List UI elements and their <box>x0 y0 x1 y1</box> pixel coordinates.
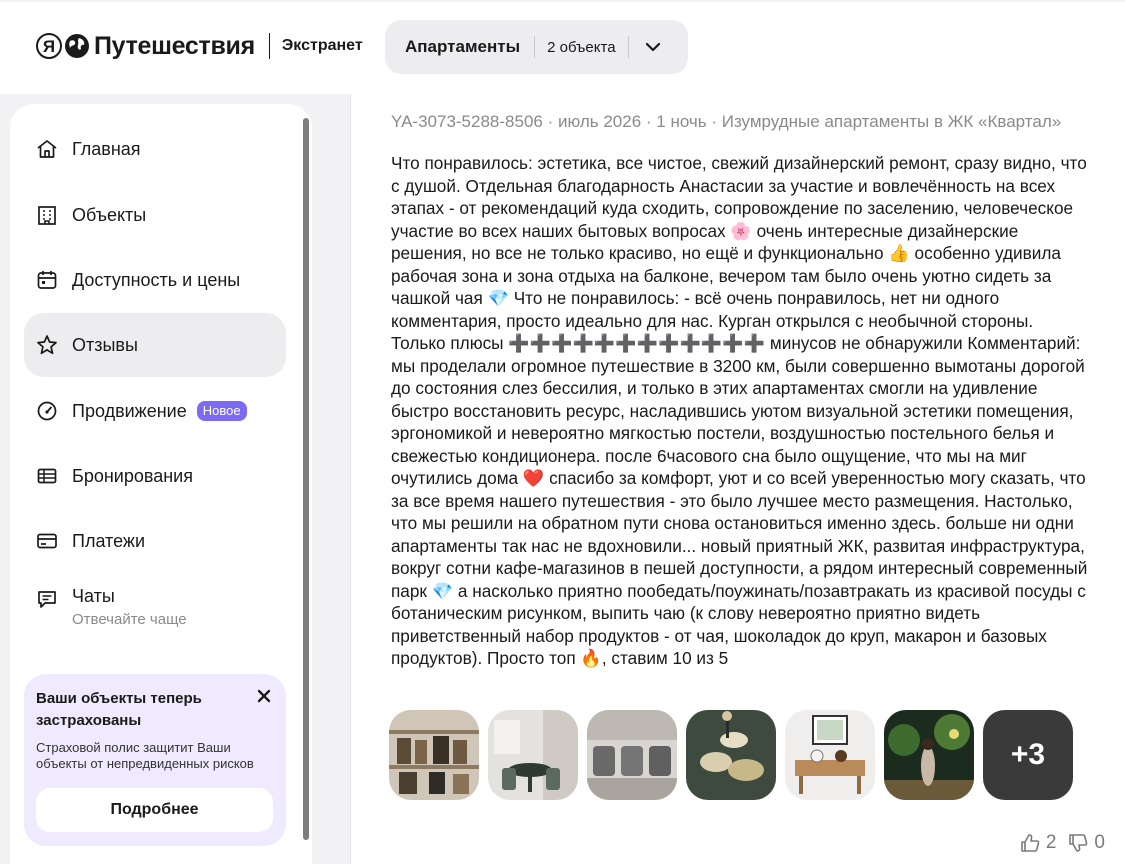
review-text: Что понравилось: эстетика, все чистое, с… <box>391 153 1088 668</box>
photo-breakfast-tray <box>785 710 875 800</box>
sidebar-scrollbar[interactable] <box>303 118 309 840</box>
review-photo[interactable] <box>389 710 479 800</box>
object-name: Апартаменты <box>405 37 521 56</box>
sidebar-item-objects[interactable]: Объекты <box>24 183 286 247</box>
ya-logo-mark: Я <box>36 33 62 59</box>
review-votes: 2 0 <box>1020 832 1105 854</box>
photo-dining <box>488 710 578 800</box>
sidebar-item-label: Продвижение <box>72 400 187 421</box>
extranet-label: Экстранет <box>281 37 363 54</box>
review-photo[interactable] <box>587 710 677 800</box>
review-photos: +3 <box>389 710 1073 800</box>
table-icon <box>37 468 57 484</box>
review-photo[interactable] <box>884 710 974 800</box>
chats-subtitle: Отвечайте чаще <box>72 611 187 628</box>
new-badge: Новое <box>196 401 247 421</box>
selector-divider <box>534 36 536 58</box>
promo-text: Страховой полис защитит Ваши объекты от … <box>36 740 254 771</box>
chevron-down-icon[interactable] <box>645 39 661 55</box>
review-photo[interactable] <box>686 710 776 800</box>
review-card: YA-3073-5288-8506 · июль 2026 · 1 ночь ·… <box>350 94 1125 864</box>
sidebar-item-promotion[interactable]: Продвижение Новое <box>24 379 286 443</box>
top-header: Я Путешествия Экстранет Апартаменты 2 об… <box>0 0 1125 94</box>
thumbs-down-icon[interactable] <box>1068 833 1088 853</box>
sidebar-item-payments[interactable]: Платежи <box>24 509 286 573</box>
object-count: 2 объекта <box>547 38 616 56</box>
photo-shelves <box>389 710 479 800</box>
chats-text: Чаты Отвечайте чаще <box>72 586 187 628</box>
more-photos-button[interactable]: +3 <box>983 710 1073 800</box>
review-photo[interactable] <box>488 710 578 800</box>
sidebar-item-label: Платежи <box>72 530 146 551</box>
sidebar-item-bookings[interactable]: Бронирования <box>24 444 286 508</box>
scrollbar-thumb[interactable] <box>303 118 309 840</box>
photo-night-park <box>884 710 974 800</box>
dislikes-count: 0 <box>1094 832 1105 853</box>
sidebar-item-label: Чаты <box>72 586 115 606</box>
yandex-travel-logo[interactable]: Я Путешествия Экстранет <box>36 30 363 62</box>
close-icon[interactable] <box>256 688 272 704</box>
sidebar-item-label: Объекты <box>72 204 147 225</box>
globe-icon <box>65 34 89 58</box>
review-photo[interactable] <box>785 710 875 800</box>
sidebar-item-home[interactable]: Главная <box>24 117 286 181</box>
sidebar: Главная Объекты Доступность и цены Отзыв… <box>10 104 312 864</box>
promo-title: Ваши объекты теперь застрахованы <box>36 690 202 729</box>
photo-kitchen-cups <box>587 710 677 800</box>
building-icon <box>38 206 56 225</box>
sidebar-item-label: Бронирования <box>72 465 193 486</box>
thumbs-up-icon[interactable] <box>1020 833 1040 853</box>
sidebar-item-reviews[interactable]: Отзывы <box>24 313 286 377</box>
selector-divider <box>627 36 629 58</box>
sidebar-item-availability[interactable]: Доступность и цены <box>24 248 286 312</box>
review-meta: YA-3073-5288-8506 · июль 2026 · 1 ночь ·… <box>391 112 1062 131</box>
speedometer-icon <box>37 401 57 421</box>
photo-dinner-table <box>686 710 776 800</box>
sidebar-item-label: Главная <box>72 138 141 159</box>
insurance-promo: Ваши объекты теперь застрахованы Страхов… <box>24 674 286 846</box>
likes-count: 2 <box>1045 832 1057 853</box>
home-icon <box>37 140 57 158</box>
star-icon <box>37 335 57 355</box>
logo-divider <box>268 33 270 59</box>
promo-details-button[interactable]: Подробнее <box>36 788 273 832</box>
sidebar-item-label: Отзывы <box>72 334 138 355</box>
object-selector[interactable]: Апартаменты 2 объекта <box>385 20 688 74</box>
calendar-icon <box>37 271 57 289</box>
sidebar-item-chats[interactable]: Чаты Отвечайте чаще <box>24 576 286 640</box>
sidebar-item-label: Доступность и цены <box>72 269 241 290</box>
card-icon <box>37 533 57 549</box>
main-content: YA-3073-5288-8506 · июль 2026 · 1 ночь ·… <box>322 94 1125 864</box>
logo-text: Путешествия <box>94 31 255 60</box>
chat-icon <box>38 591 56 608</box>
